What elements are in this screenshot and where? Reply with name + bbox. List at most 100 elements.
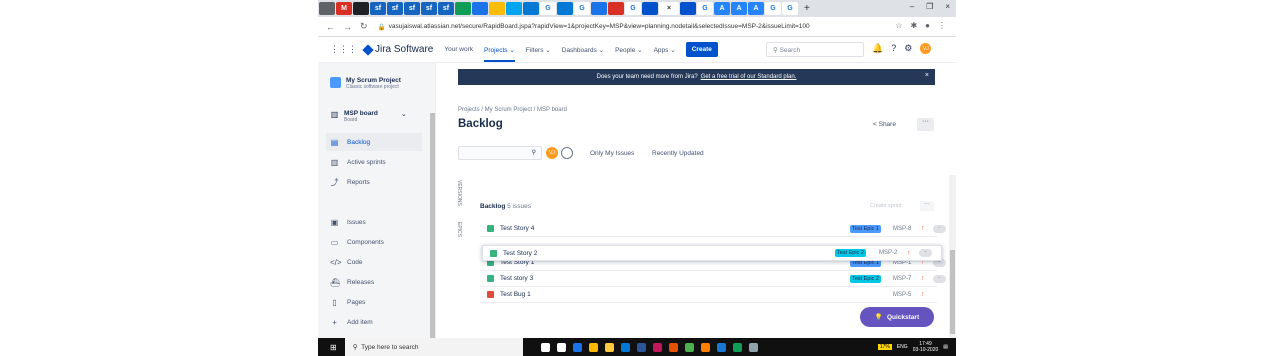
language-indicator[interactable]: ENG <box>897 344 908 350</box>
backlog-more-button[interactable]: ··· <box>920 201 934 211</box>
filter-only-my-issues[interactable]: Only My Issues <box>590 150 634 157</box>
create-button[interactable]: Create <box>685 42 718 57</box>
sidebar-item-components[interactable]: ▭ Components <box>326 233 422 251</box>
browser-tab[interactable]: G <box>782 2 798 15</box>
taskbar-app-icon[interactable] <box>620 342 630 352</box>
backlog-issue-row[interactable]: Test story 3 Test Epic 2 MSP-7 ↑ - <box>480 271 946 287</box>
browser-tab[interactable]: sf <box>370 2 386 15</box>
sidebar-item-issues[interactable]: ▣ Issues <box>326 213 422 231</box>
notification-center-icon[interactable]: ▤ <box>943 344 948 350</box>
more-actions-button[interactable]: ··· <box>917 118 934 131</box>
close-window-button[interactable]: × <box>945 2 950 11</box>
sidebar-item-reports[interactable]: ⤴ Reports <box>326 173 422 191</box>
browser-tab[interactable] <box>506 2 522 15</box>
url-field[interactable]: 🔒 vasujaiswal.atlassian.net/secure/RapidB… <box>378 23 810 31</box>
taskbar-app-icon[interactable] <box>732 342 742 352</box>
issue-summary[interactable]: Test story 3 <box>500 275 533 282</box>
app-switcher-icon[interactable]: ⋮⋮⋮ <box>330 44 357 55</box>
scroll-thumb[interactable] <box>950 250 955 334</box>
nav-apps[interactable]: Apps ⌄ <box>654 46 676 54</box>
epic-label[interactable]: Test Epic 2 <box>835 249 866 257</box>
nav-dashboards[interactable]: Dashboards ⌄ <box>562 46 604 54</box>
browser-tab[interactable] <box>353 2 369 15</box>
board-selector[interactable]: ▥ MSP board Board ⌄ <box>330 110 407 123</box>
unassigned-avatar-filter[interactable] <box>561 147 573 159</box>
taskbar-app-icon[interactable] <box>556 342 566 352</box>
project-header[interactable]: My Scrum Project Classic software projec… <box>330 77 401 90</box>
sidebar-scrollbar[interactable] <box>430 113 435 338</box>
sidebar-item-add-item[interactable]: + Add item <box>326 313 422 331</box>
browser-tab[interactable]: M <box>336 2 352 15</box>
help-icon[interactable]: ? <box>891 43 896 54</box>
browser-tab[interactable]: A <box>731 2 747 15</box>
extensions-icon[interactable]: ✱ <box>910 21 917 30</box>
taskbar-app-icon[interactable] <box>700 342 710 352</box>
backlog-issue-row[interactable]: Test Story 4 Test Epic 1 MSP-8 ↑ - <box>480 221 946 237</box>
taskbar-app-icon[interactable] <box>636 342 646 352</box>
browser-tab[interactable]: G <box>540 2 556 15</box>
taskbar-app-icon[interactable] <box>588 342 598 352</box>
sidebar-item-code[interactable]: </> Code <box>326 253 422 271</box>
browser-tab[interactable] <box>680 2 696 15</box>
versions-panel-toggle[interactable]: VERSIONS <box>456 180 462 206</box>
taskbar-app-icon[interactable] <box>540 342 550 352</box>
maximize-button[interactable]: ❐ <box>926 2 933 11</box>
taskbar-app-icon[interactable] <box>572 342 582 352</box>
browser-tab[interactable]: sf <box>387 2 403 15</box>
issue-summary[interactable]: Test Story 4 <box>500 225 534 232</box>
banner-link[interactable]: Get a free trial of our Standard plan. <box>701 74 797 80</box>
browser-tab[interactable]: sf <box>438 2 454 15</box>
estimate-badge[interactable]: - <box>933 274 946 283</box>
browser-tab[interactable] <box>642 2 658 15</box>
taskbar-app-icon[interactable] <box>748 342 758 352</box>
quickstart-button[interactable]: 💡 Quickstart <box>860 307 934 327</box>
nav-people[interactable]: People ⌄ <box>615 46 643 54</box>
browser-tab[interactable] <box>472 2 488 15</box>
epic-label[interactable]: Test Epic 2 <box>850 274 881 283</box>
reload-icon[interactable]: ↻ <box>360 21 368 32</box>
browser-tab[interactable] <box>557 2 573 15</box>
sidebar-item-releases[interactable]: ⛴ Releases <box>326 273 422 291</box>
backlog-search-input[interactable]: ⚲ <box>458 146 542 160</box>
browser-tab[interactable]: sf <box>404 2 420 15</box>
issue-summary[interactable]: Test Bug 1 <box>500 291 531 298</box>
taskbar-search-input[interactable]: ⚲ Type here to search <box>344 338 523 356</box>
profile-icon[interactable]: ● <box>925 21 930 30</box>
browser-tab[interactable] <box>608 2 624 15</box>
backlog-issue-row[interactable]: Test Story 2 Test Epic 2 MSP-2 ↑ - <box>482 245 942 261</box>
browser-tab[interactable]: G <box>574 2 590 15</box>
taskbar-app-icon[interactable] <box>652 342 662 352</box>
create-sprint-button[interactable]: Create sprint <box>870 203 902 209</box>
taskbar-app-icon[interactable] <box>604 342 614 352</box>
nav-filters[interactable]: Filters ⌄ <box>526 46 551 54</box>
filter-recently-updated[interactable]: Recently Updated <box>652 150 704 157</box>
settings-icon[interactable]: ⚙ <box>904 43 912 54</box>
issue-key[interactable]: MSP-8 <box>893 226 911 232</box>
star-icon[interactable]: ☆ <box>895 21 902 30</box>
nav-projects[interactable]: Projects ⌄ <box>484 46 515 62</box>
forward-icon[interactable]: → <box>343 22 352 32</box>
nav-your-work[interactable]: Your work <box>444 46 473 53</box>
issue-key[interactable]: MSP-7 <box>893 276 911 282</box>
windows-start-icon[interactable]: ⊞ <box>330 343 337 352</box>
backlog-issue-row[interactable]: Test Bug 1 MSP-5 ↑ <box>480 287 937 303</box>
issue-key[interactable]: MSP-2 <box>879 250 897 256</box>
taskbar-app-icon[interactable] <box>668 342 678 352</box>
breadcrumb[interactable]: Projects / My Scrum Project / MSP board <box>458 107 567 113</box>
main-scrollbar[interactable] <box>949 175 956 338</box>
browser-tab[interactable]: sf <box>421 2 437 15</box>
issue-key[interactable]: MSP-5 <box>893 292 911 298</box>
sidebar-item-pages[interactable]: ▯ Pages <box>326 293 422 311</box>
browser-tab[interactable] <box>523 2 539 15</box>
minimize-button[interactable]: – <box>910 2 914 11</box>
browser-tab[interactable]: G <box>765 2 781 15</box>
taskbar-app-icon[interactable] <box>684 342 694 352</box>
back-icon[interactable]: ← <box>326 22 335 32</box>
notifications-icon[interactable]: 🔔 <box>872 43 883 54</box>
jira-logo[interactable]: Jira Software <box>362 43 433 56</box>
sidebar-item-backlog[interactable]: ▤ Backlog <box>326 133 422 151</box>
browser-tab[interactable] <box>455 2 471 15</box>
menu-icon[interactable]: ⋮ <box>938 21 946 30</box>
taskbar-app-icon[interactable] <box>716 342 726 352</box>
browser-tab[interactable] <box>319 2 335 15</box>
